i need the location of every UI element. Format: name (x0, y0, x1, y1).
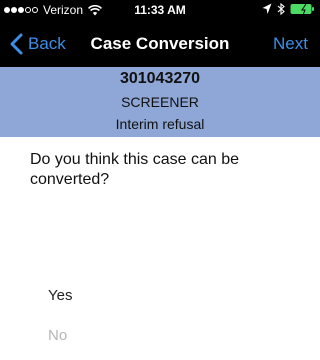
case-id: 301043270 (119, 70, 201, 87)
option-no[interactable]: No (48, 327, 67, 344)
status-bar: Verizon 11:33 AM (0, 0, 320, 20)
status-right (262, 3, 316, 15)
case-status: Interim refusal (115, 116, 205, 132)
page-title: Case Conversion (90, 34, 230, 53)
battery-icon (290, 3, 314, 15)
navigation-bar: Back Case Conversion Next (0, 20, 320, 67)
bluetooth-icon (277, 3, 285, 15)
case-header: 301043270 SCREENER Interim refusal (0, 67, 320, 137)
question-text: Do you think this case can be converted? (30, 151, 240, 188)
option-yes[interactable]: Yes (48, 287, 72, 304)
next-button[interactable]: Next (273, 20, 308, 67)
case-type: SCREENER (121, 94, 199, 110)
location-icon (262, 3, 272, 14)
